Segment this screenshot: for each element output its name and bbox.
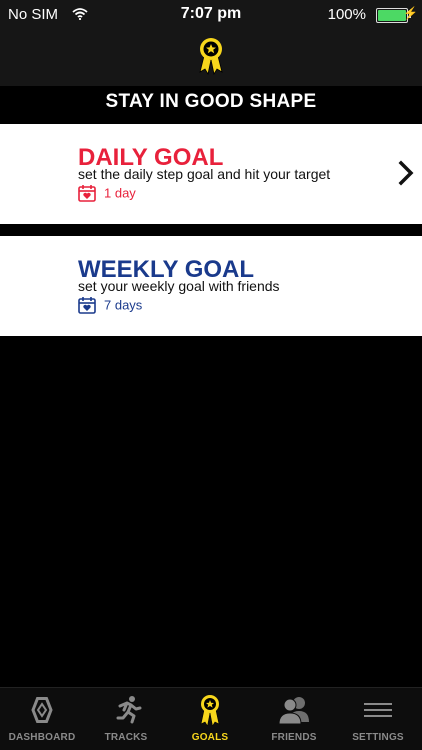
dashboard-icon bbox=[0, 694, 84, 726]
calendar-heart-icon bbox=[78, 296, 96, 314]
goal-duration: 7 days bbox=[78, 296, 142, 314]
status-bar: No SIM 7:07 pm 100% ⚡ bbox=[0, 0, 422, 30]
runner-icon bbox=[84, 694, 168, 726]
tab-bar: DASHBOARD TRACKS GOALS FRIENDS SETTINGS bbox=[0, 687, 422, 750]
duration-label: 7 days bbox=[104, 297, 143, 313]
tab-label: TRACKS bbox=[104, 732, 148, 743]
tab-label: FRIENDS bbox=[271, 732, 317, 743]
weekly-goal-card[interactable]: WEEKLY GOAL set your weekly goal with fr… bbox=[0, 236, 422, 336]
daily-goal-card[interactable]: DAILY GOAL set the daily step goal and h… bbox=[0, 124, 422, 224]
page-title: STAY IN GOOD SHAPE bbox=[105, 91, 317, 112]
friends-icon bbox=[252, 694, 336, 726]
tab-label: SETTINGS bbox=[352, 732, 404, 743]
tab-label: GOALS bbox=[191, 732, 229, 743]
tab-tracks[interactable]: TRACKS bbox=[84, 688, 168, 750]
ribbon-icon bbox=[168, 694, 252, 727]
goal-duration: 1 day bbox=[78, 184, 136, 202]
battery-percentage: 100% bbox=[327, 6, 366, 23]
tab-label: DASHBOARD bbox=[8, 732, 76, 743]
nav-header bbox=[0, 30, 422, 86]
chevron-right-icon[interactable] bbox=[398, 160, 414, 191]
charging-icon: ⚡ bbox=[403, 6, 418, 20]
tab-goals[interactable]: GOALS bbox=[168, 688, 252, 750]
ribbon-icon bbox=[196, 36, 226, 81]
tab-dashboard[interactable]: DASHBOARD bbox=[0, 688, 84, 750]
calendar-heart-icon bbox=[78, 184, 96, 202]
tab-settings[interactable]: SETTINGS bbox=[336, 688, 420, 750]
duration-label: 1 day bbox=[104, 185, 136, 201]
goal-description: set the daily step goal and hit your tar… bbox=[78, 166, 331, 182]
goal-description: set your weekly goal with friends bbox=[78, 278, 280, 294]
menu-icon bbox=[336, 694, 420, 726]
tab-friends[interactable]: FRIENDS bbox=[252, 688, 336, 750]
